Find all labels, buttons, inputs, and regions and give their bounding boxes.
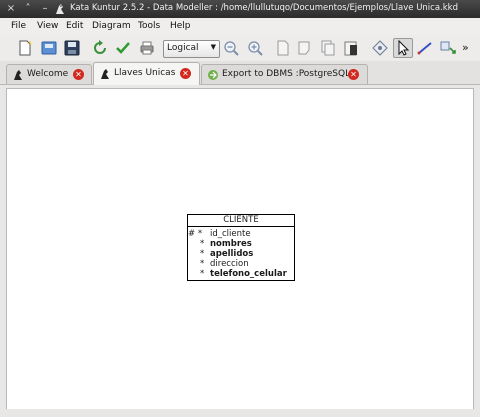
toolbar-overflow-button[interactable]: » (462, 41, 480, 59)
tab-label: Export to DBMS :PostgreSQL (222, 69, 351, 79)
attribute-name: apellidos (210, 249, 254, 259)
tab-label: Llaves Unicas (114, 68, 176, 78)
notation-select-value: Logical (167, 43, 199, 53)
tab-export-postgresql[interactable]: Export to DBMS :PostgreSQL ✕ (201, 64, 368, 84)
menu-tools[interactable]: Tools (138, 21, 160, 31)
window-titlebar: × ˄ – Kata Kuntur 2.5.2 - Data Modeller … (0, 0, 480, 18)
close-tab-icon[interactable]: ✕ (180, 68, 191, 79)
cut-icon[interactable] (296, 39, 314, 57)
refresh-icon[interactable] (91, 39, 109, 57)
tab-welcome[interactable]: Welcome ✕ (6, 64, 92, 84)
attribute-marker: # * (188, 229, 203, 239)
menu-diagram[interactable]: Diagram (92, 21, 131, 31)
entity-box[interactable]: CLIENTE # * id_cliente * nombres * apell… (187, 214, 295, 281)
menu-edit[interactable]: Edit (66, 21, 83, 31)
menu-help[interactable]: Help (170, 21, 191, 31)
window-title: Kata Kuntur 2.5.2 - Data Modeller : /hom… (70, 3, 458, 13)
new-file-icon[interactable] (16, 39, 34, 57)
diagram-canvas[interactable]: CLIENTE # * id_cliente * nombres * apell… (6, 88, 474, 411)
main-toolbar: » (0, 35, 480, 62)
window-bottom-edge (0, 409, 480, 417)
attribute-name: nombres (210, 239, 252, 249)
document-tabs: Welcome ✕ Llaves Unicas ✕ Export to DBMS… (0, 61, 480, 85)
minimize-window-button[interactable]: – (38, 2, 52, 16)
export-icon (207, 69, 219, 81)
maximize-window-button[interactable]: ˄ (21, 2, 35, 16)
zoom-in-icon[interactable] (246, 39, 264, 57)
app-logo-icon (12, 69, 24, 81)
pointer-select-icon[interactable] (393, 38, 413, 58)
menu-file[interactable]: File (11, 21, 26, 31)
attribute-name: direccion (210, 259, 249, 269)
app-logo-icon (54, 3, 66, 15)
save-icon[interactable] (63, 39, 81, 57)
attribute-name: telefono_celular (210, 269, 287, 279)
tab-llaves-unicas[interactable]: Llaves Unicas ✕ (93, 62, 200, 85)
entity-name: CLIENTE (188, 215, 294, 227)
relation-line-icon[interactable] (416, 39, 434, 57)
new-note-icon[interactable] (274, 39, 292, 57)
attribute-name: id_cliente (210, 229, 251, 239)
app-logo-icon (99, 68, 111, 80)
open-file-icon[interactable] (40, 39, 58, 57)
zoom-out-icon[interactable] (222, 39, 240, 57)
tab-label: Welcome (27, 69, 69, 79)
generate-icon[interactable] (439, 39, 457, 57)
close-window-button[interactable]: × (4, 2, 18, 16)
chevron-down-icon: ▼ (210, 43, 216, 51)
notation-select[interactable]: Logical ▼ (163, 40, 220, 58)
entity-tool-icon[interactable] (371, 39, 389, 57)
validate-check-icon[interactable] (114, 39, 132, 57)
close-tab-icon[interactable]: ✕ (348, 69, 359, 80)
print-icon[interactable] (138, 39, 156, 57)
menu-view[interactable]: View (37, 21, 58, 31)
close-tab-icon[interactable]: ✕ (73, 69, 84, 80)
menu-bar: File View Edit Diagram Tools Help (0, 18, 480, 36)
paste-icon[interactable] (342, 39, 360, 57)
copy-icon[interactable] (319, 39, 337, 57)
